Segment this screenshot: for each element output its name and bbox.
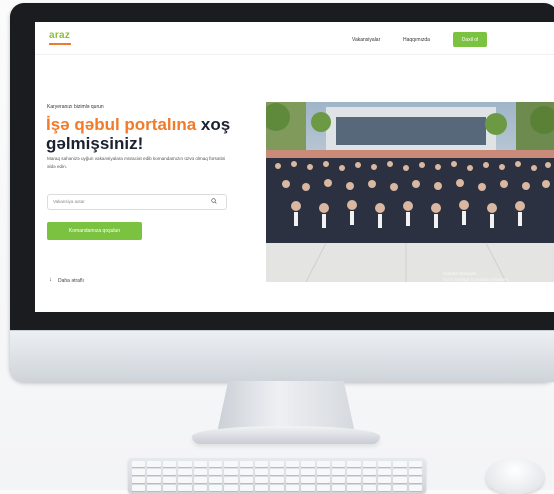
arrow-down-icon: ↓ <box>49 277 52 283</box>
keyboard <box>128 458 426 494</box>
search-icon[interactable] <box>211 198 217 204</box>
watermark-line-2: Go to Settings to activate Windows. <box>443 277 510 282</box>
hero-eyebrow: Karyeranızı bizimlə qurun <box>47 104 104 110</box>
windows-activation-watermark: Activate Windows Go to Settings to activ… <box>443 271 509 283</box>
nav-link-vacancies[interactable]: Vakansiyalar <box>352 37 380 43</box>
top-navigation: araz Vakansiyalar Haqqımızda Daxil ol <box>35 22 554 55</box>
search-placeholder: Vakansiya axtar <box>53 199 85 204</box>
monitor-stand-base <box>192 426 380 444</box>
vacancy-search-input[interactable]: Vakansiya axtar <box>47 194 227 210</box>
nav-link-about[interactable]: Haqqımızda <box>403 37 430 43</box>
hero-team-photo <box>266 102 554 282</box>
more-info-link[interactable]: Daha ətraflı <box>58 278 84 284</box>
monitor-screen: araz Vakansiyalar Haqqımızda Daxil ol Ka… <box>35 22 554 312</box>
logo-underline <box>49 43 71 45</box>
team-photo-illustration <box>266 102 554 282</box>
login-button[interactable]: Daxil ol <box>453 32 487 47</box>
hero-heading: İşə qəbul portalına xoş gəlmişsiniz! <box>46 115 266 153</box>
hero-heading-highlight: İşə qəbul portalına <box>46 115 197 134</box>
join-team-button[interactable]: Komandamıza qoşulun <box>47 222 142 240</box>
mouse <box>486 458 544 494</box>
hero-description: Maraq sahənizə uyğun vakansiyalara mürac… <box>47 156 226 169</box>
monitor-chin <box>10 330 554 382</box>
araz-logo[interactable]: araz <box>49 30 70 41</box>
